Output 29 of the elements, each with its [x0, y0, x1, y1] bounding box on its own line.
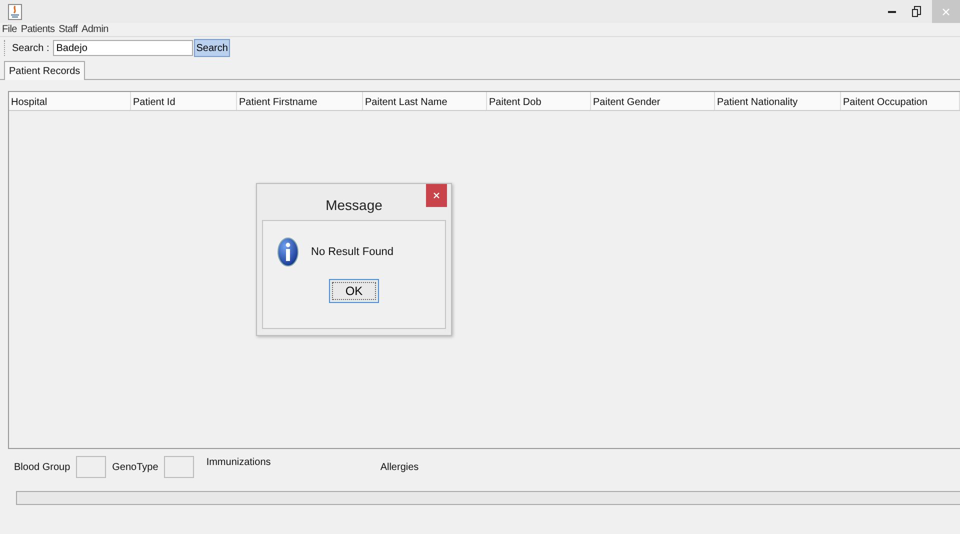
genotype-field[interactable]: [164, 456, 194, 478]
search-label: Search :: [12, 42, 50, 54]
ok-button[interactable]: OK: [329, 279, 379, 303]
column-header[interactable]: Paitent Gender: [591, 92, 715, 110]
tab[interactable]: Patient Records: [4, 61, 86, 80]
menu-item[interactable]: File: [2, 24, 17, 35]
close-icon[interactable]: [426, 184, 447, 207]
blood-group-field[interactable]: [76, 456, 106, 478]
column-header[interactable]: Paitent Occupation: [841, 92, 960, 110]
column-header[interactable]: Patient Nationality: [715, 92, 841, 110]
column-header[interactable]: Hospital: [9, 92, 131, 110]
text-area[interactable]: [16, 491, 960, 505]
allergies-label: Allergies: [380, 462, 419, 472]
menu-item[interactable]: Patients: [20, 24, 55, 35]
column-header[interactable]: Patient Firstname: [237, 92, 363, 110]
immunizations-label: Immunizations: [206, 457, 272, 468]
blood-group-label: Blood Group: [14, 462, 70, 472]
column-header[interactable]: Patient Id: [131, 92, 237, 110]
column-header[interactable]: Paitent Dob: [487, 92, 591, 110]
genotype-label: GenoType: [112, 462, 158, 472]
search-field[interactable]: Badejo: [53, 40, 194, 56]
menu-item[interactable]: Staff: [58, 24, 78, 35]
message-text: No Result Found: [311, 246, 394, 258]
app-logo-icon: [8, 4, 22, 20]
search-button[interactable]: Search: [194, 39, 230, 57]
menu-item[interactable]: Admin: [82, 24, 108, 35]
column-header[interactable]: Paitent Last Name: [363, 92, 487, 110]
info-icon: [277, 237, 299, 267]
dialog-title: Message: [326, 196, 382, 213]
